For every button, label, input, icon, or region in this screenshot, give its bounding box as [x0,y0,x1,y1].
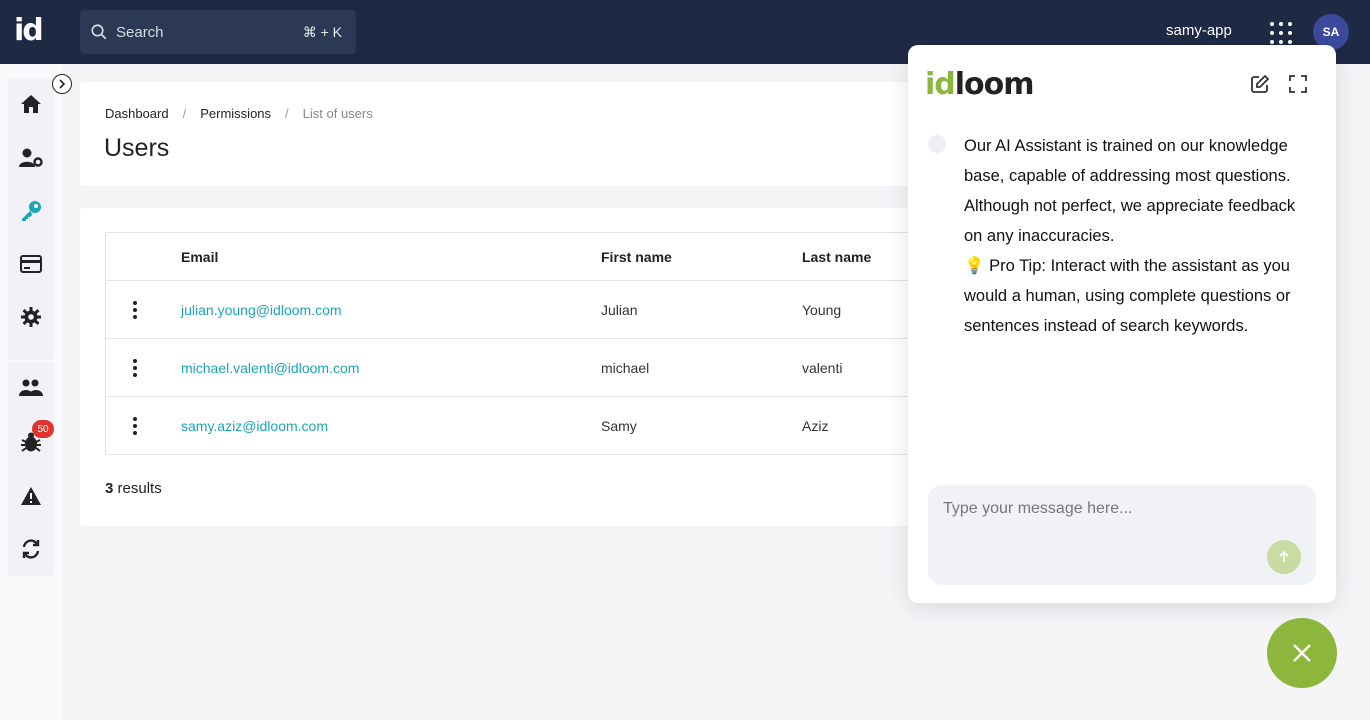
apps-grid-icon[interactable] [1270,22,1292,44]
sidebar-item-settings[interactable] [19,305,43,329]
column-header-last-name[interactable]: Last name [802,233,871,280]
app-selector[interactable]: samy-app [1166,22,1232,39]
row-actions-button[interactable] [126,397,144,454]
breadcrumb-current: List of users [302,106,373,121]
sidebar-item-user-settings[interactable] [19,146,43,170]
ai-assistant-panel: idloom Our AI Assistant is trained on ou… [908,45,1336,603]
breadcrumb-separator: / [285,106,289,121]
close-icon [1293,644,1311,662]
gear-icon [21,307,41,327]
column-header-email[interactable]: Email [181,233,218,280]
message-tip: 💡 Pro Tip: Interact with the assistant a… [964,257,1291,335]
message-placeholder: Type your message here... [943,500,1133,517]
sidebar-item-alerts[interactable] [19,484,43,508]
breadcrumb-separator: / [182,106,187,121]
breadcrumb: Dashboard / Permissions / List of users [105,106,373,121]
chevron-right-icon [59,79,66,89]
user-last-name: Aziz [802,417,829,434]
sync-icon [22,539,40,559]
user-first-name: michael [601,359,650,376]
sidebar-item-billing[interactable] [19,252,43,276]
notification-badge: 50 [32,420,54,438]
expand-button[interactable] [1287,73,1309,95]
sidebar-item-home[interactable] [19,92,43,116]
fullscreen-icon [1289,75,1307,93]
search-label: Search [116,23,164,41]
close-chat-button[interactable] [1267,618,1337,688]
credit-card-icon [20,255,42,273]
warning-icon [21,487,41,505]
app-logo[interactable]: id [14,14,48,48]
arrow-up-icon [1279,551,1289,562]
more-vertical-icon [133,300,137,319]
more-vertical-icon [133,416,137,435]
assistant-message: Our AI Assistant is trained on our knowl… [964,131,1316,341]
user-last-name: Young [802,301,842,318]
user-settings-icon [19,148,43,167]
row-actions-button[interactable] [126,339,144,396]
sidebar-item-permissions[interactable] [19,199,43,223]
message-input[interactable]: Type your message here... [928,485,1316,585]
message-paragraph: Our AI Assistant is trained on our knowl… [964,137,1296,245]
row-actions-button[interactable] [126,281,144,338]
search-icon [91,24,107,40]
user-email-link[interactable]: michael.valenti@idloom.com [181,339,359,396]
users-group-icon [19,379,43,396]
user-email-link[interactable]: samy.aziz@idloom.com [181,397,328,454]
home-icon [21,95,41,113]
assistant-avatar [928,135,946,153]
search-shortcut: ⌘ + K [302,23,342,40]
key-icon [22,201,41,221]
results-count: 3 results [105,480,162,497]
search-bar[interactable]: Search ⌘ + K [80,10,356,54]
user-first-name: Julian [601,301,638,318]
breadcrumb-dashboard[interactable]: Dashboard [105,106,169,121]
results-label: results [113,480,162,497]
column-header-first-name[interactable]: First name [601,233,672,280]
edit-icon [1251,74,1270,93]
user-last-name: valenti [802,359,843,376]
user-email-link[interactable]: julian.young@idloom.com [181,281,342,338]
logo-id-part: id [925,67,956,102]
sidebar-item-sync[interactable] [19,537,43,561]
page-title: Users [104,134,170,162]
sidebar-item-team[interactable] [19,376,43,400]
idloom-logo: idloom [925,67,1035,102]
new-chat-button[interactable] [1249,73,1271,95]
more-vertical-icon [133,358,137,377]
breadcrumb-permissions[interactable]: Permissions [200,106,271,121]
sidebar-toggle-button[interactable] [52,74,72,94]
send-button[interactable] [1267,540,1301,574]
logo-loom-part: loom [954,67,1035,102]
user-first-name: Samy [601,417,637,434]
